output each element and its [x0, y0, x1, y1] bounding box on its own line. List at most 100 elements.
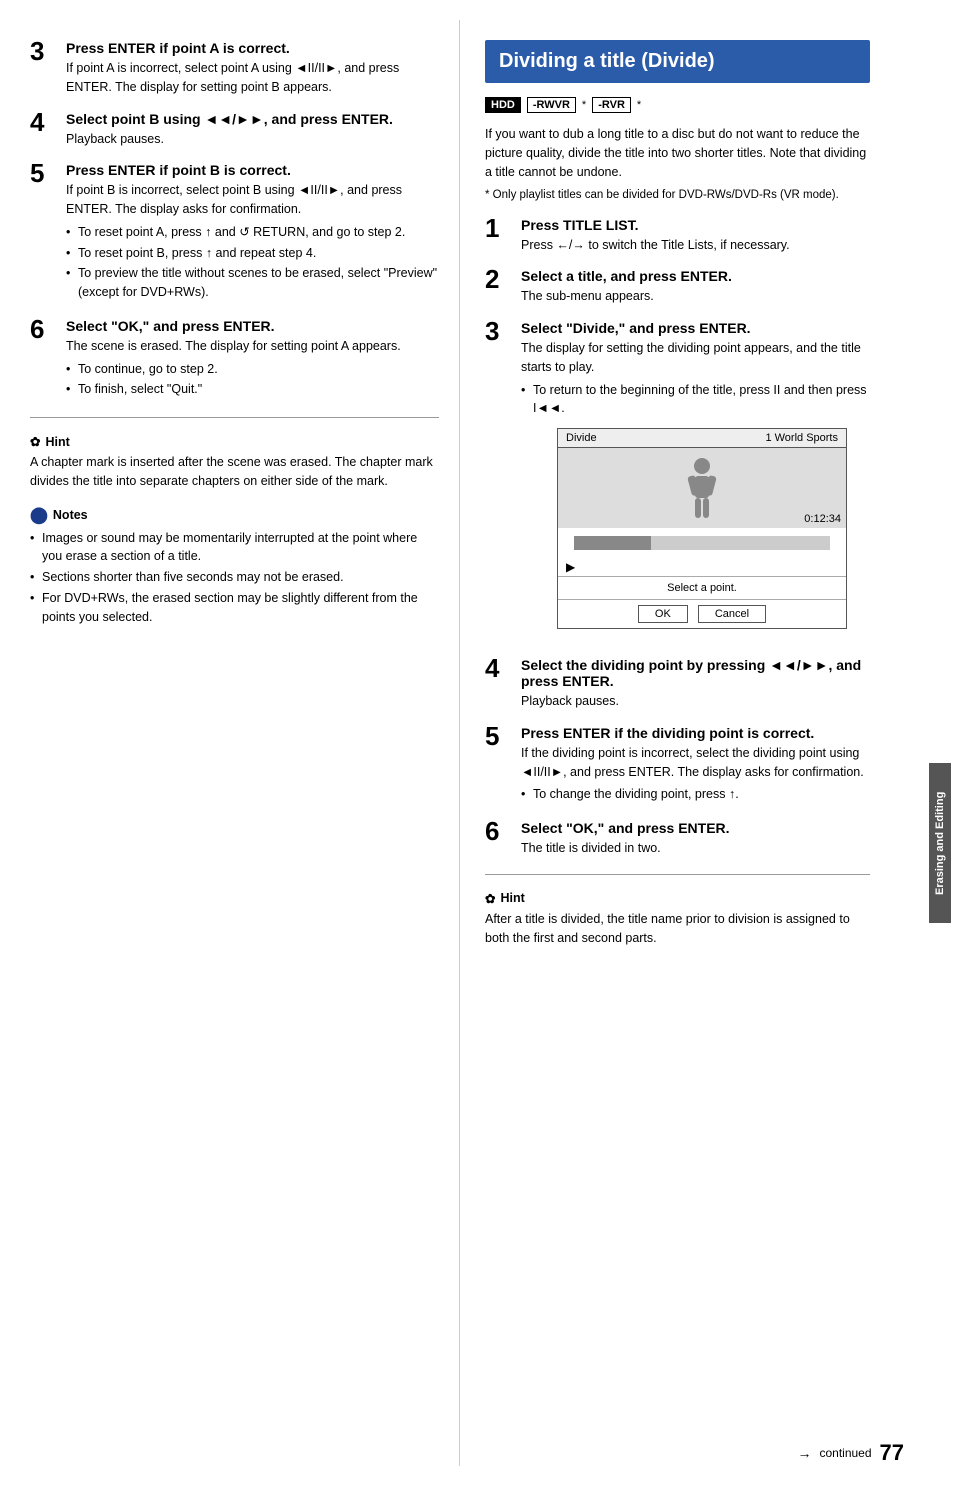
right-step-number-2: 2 [485, 266, 521, 292]
badge-rvr: -RVR [592, 97, 631, 113]
right-step-number-5: 5 [485, 723, 521, 749]
screen-btn-cancel: Cancel [698, 605, 766, 623]
right-step-5-body: If the dividing point is incorrect, sele… [521, 744, 870, 782]
left-step-3: 3 Press ENTER if point A is correct. If … [30, 40, 439, 97]
step-5-bullet-3: To preview the title without scenes to b… [66, 264, 439, 302]
right-hint: ✿ Hint After a title is divided, the tit… [485, 891, 870, 948]
step-6-title: Select "OK," and press ENTER. [66, 318, 439, 334]
notes-icon: ⬤ [30, 505, 48, 525]
step-3-body: If point A is incorrect, select point A … [66, 59, 439, 97]
left-step-4: 4 Select point B using ◄◄/►►, and press … [30, 111, 439, 149]
right-step-4-content: Select the dividing point by pressing ◄◄… [521, 657, 870, 711]
right-step-5-bullets: To change the dividing point, press ↑. [521, 785, 870, 804]
left-hint-body: A chapter mark is inserted after the sce… [30, 453, 439, 491]
divide-screen-buttons: OK Cancel [558, 599, 846, 628]
divide-progress-bar [574, 536, 830, 550]
step-number-5: 5 [30, 160, 66, 186]
screen-btn-ok: OK [638, 605, 688, 623]
right-intro: If you want to dub a long title to a dis… [485, 125, 870, 181]
step-number-4: 4 [30, 109, 66, 135]
step-6-body: The scene is erased. The display for set… [66, 337, 439, 356]
divide-screen-header: Divide 1 World Sports [558, 429, 846, 448]
left-column: 3 Press ENTER if point A is correct. If … [0, 20, 460, 1466]
step-number-6: 6 [30, 316, 66, 342]
right-step-1-title: Press TITLE LIST. [521, 217, 870, 233]
right-hint-icon: ✿ [485, 891, 495, 906]
format-badges: HDD -RWVR * -RVR * [485, 97, 870, 113]
right-step-2-content: Select a title, and press ENTER. The sub… [521, 268, 870, 306]
right-step-number-4: 4 [485, 655, 521, 681]
right-divider [485, 874, 870, 875]
side-tab: Erasing and Editing [926, 200, 954, 1486]
divide-progress-area [558, 528, 846, 558]
left-notes-title: ⬤ Notes [30, 505, 439, 525]
play-indicator: ▶ [558, 558, 846, 576]
left-notes: ⬤ Notes Images or sound may be momentari… [30, 505, 439, 627]
continued-text: continued [819, 1446, 871, 1460]
right-step-4-body: Playback pauses. [521, 692, 870, 711]
right-step-5: 5 Press ENTER if the dividing point is c… [485, 725, 870, 806]
hint-icon: ✿ [30, 434, 40, 449]
right-step-2-title: Select a title, and press ENTER. [521, 268, 870, 284]
right-step-6: 6 Select "OK," and press ENTER. The titl… [485, 820, 870, 858]
notes-bullet-2: Sections shorter than five seconds may n… [30, 568, 439, 587]
divide-header-right: 1 World Sports [765, 432, 838, 444]
step-5-title: Press ENTER if point B is correct. [66, 162, 439, 178]
left-hint: ✿ Hint A chapter mark is inserted after … [30, 434, 439, 491]
divide-screen-message: Select a point. [558, 576, 846, 599]
step-6-bullet-2: To finish, select "Quit." [66, 380, 439, 399]
notes-bullet-3: For DVD+RWs, the erased section may be s… [30, 589, 439, 627]
right-step-3-title: Select "Divide," and press ENTER. [521, 320, 870, 336]
notes-bullet-1: Images or sound may be momentarily inter… [30, 529, 439, 567]
right-step-5-content: Press ENTER if the dividing point is cor… [521, 725, 870, 806]
section-heading: Dividing a title (Divide) [485, 40, 870, 83]
step-4-body: Playback pauses. [66, 130, 439, 149]
step-4-title: Select point B using ◄◄/►►, and press EN… [66, 111, 439, 127]
divide-screen-video: 0:12:34 [558, 448, 846, 528]
right-step-6-body: The title is divided in two. [521, 839, 870, 858]
step-4-content: Select point B using ◄◄/►►, and press EN… [66, 111, 439, 149]
asterisk-2: * [637, 99, 641, 111]
right-step-2-body: The sub-menu appears. [521, 287, 870, 306]
step-6-bullets: To continue, go to step 2. To finish, se… [66, 360, 439, 400]
right-step-1-content: Press TITLE LIST. Press ←/→ to switch th… [521, 217, 870, 255]
page-number: 77 [880, 1440, 904, 1466]
right-hint-label: Hint [500, 891, 524, 905]
notes-bullets: Images or sound may be momentarily inter… [30, 529, 439, 627]
divide-screen: Divide 1 World Sports 0:1 [557, 428, 847, 629]
right-step-3: 3 Select "Divide," and press ENTER. The … [485, 320, 870, 643]
step-number-3: 3 [30, 38, 66, 64]
step-6-bullet-1: To continue, go to step 2. [66, 360, 439, 379]
hint-label: Hint [45, 435, 69, 449]
right-step-3-body: The display for setting the dividing poi… [521, 339, 870, 377]
notes-label: Notes [53, 508, 88, 522]
step-5-bullet-2: To reset point B, press ↑ and repeat ste… [66, 244, 439, 263]
right-step-5-bullet-1: To change the dividing point, press ↑. [521, 785, 870, 804]
step-6-content: Select "OK," and press ENTER. The scene … [66, 318, 439, 401]
divide-header-left: Divide [566, 432, 597, 444]
side-tab-label: Erasing and Editing [929, 763, 951, 923]
step-3-content: Press ENTER if point A is correct. If po… [66, 40, 439, 97]
divide-timecode: 0:12:34 [804, 513, 841, 525]
right-step-3-content: Select "Divide," and press ENTER. The di… [521, 320, 870, 643]
right-step-number-1: 1 [485, 215, 521, 241]
page-footer: → continued 77 [797, 1440, 904, 1466]
video-figure-svg [677, 456, 727, 521]
right-step-6-content: Select "OK," and press ENTER. The title … [521, 820, 870, 858]
step-5-bullets: To reset point A, press ↑ and ↺ RETURN, … [66, 223, 439, 302]
step-5-content: Press ENTER if point B is correct. If po… [66, 162, 439, 304]
right-step-number-3: 3 [485, 318, 521, 344]
step-5-bullet-1: To reset point A, press ↑ and ↺ RETURN, … [66, 223, 439, 242]
right-footnote: * Only playlist titles can be divided fo… [485, 187, 870, 204]
badge-rwvr: -RWVR [527, 97, 576, 113]
progress-fill [574, 536, 651, 550]
right-step-3-bullets: To return to the beginning of the title,… [521, 381, 870, 419]
right-step-5-title: Press ENTER if the dividing point is cor… [521, 725, 870, 741]
step-3-title: Press ENTER if point A is correct. [66, 40, 439, 56]
left-step-5: 5 Press ENTER if point B is correct. If … [30, 162, 439, 304]
continued-arrow: → [797, 1445, 811, 1461]
right-step-4-title: Select the dividing point by pressing ◄◄… [521, 657, 870, 689]
step-5-body: If point B is incorrect, select point B … [66, 181, 439, 219]
left-step-6: 6 Select "OK," and press ENTER. The scen… [30, 318, 439, 401]
right-step-1: 1 Press TITLE LIST. Press ←/→ to switch … [485, 217, 870, 255]
